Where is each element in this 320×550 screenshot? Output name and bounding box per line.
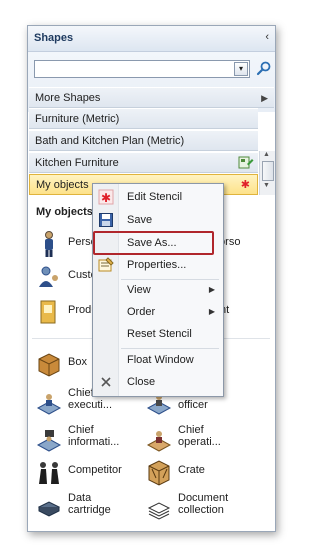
- box-icon: [38, 353, 60, 377]
- data-cartridge-icon: [37, 501, 61, 517]
- person-icon: [45, 231, 53, 257]
- shape-label: torso: [216, 236, 241, 248]
- save-as-highlight-annotation: [93, 231, 214, 255]
- menu-item-close[interactable]: Close: [93, 371, 223, 393]
- shape-label: Data cartridge: [68, 492, 111, 516]
- shape-chief-information[interactable]: Chief informati...: [36, 423, 146, 455]
- document-collection-icon: [147, 502, 171, 520]
- shape-label: Competitor: [68, 464, 122, 476]
- search-input[interactable]: ▾: [34, 60, 250, 78]
- scroll-up-icon[interactable]: ▲: [263, 151, 270, 158]
- menu-item-edit-stencil[interactable]: ✱ Edit Stencil: [93, 186, 223, 208]
- scroll-down-icon[interactable]: ▼: [263, 182, 270, 189]
- stencil-edit-icon: [238, 156, 254, 169]
- shape-data-cartridge[interactable]: Data cartridge: [36, 491, 146, 523]
- save-icon: [99, 213, 113, 227]
- shape-crate[interactable]: Crate: [146, 456, 256, 488]
- stencil-kitchen-furniture[interactable]: Kitchen Furniture: [29, 152, 258, 173]
- edit-stencil-icon: ✱: [98, 189, 114, 205]
- scrollbar-thumb[interactable]: [262, 161, 274, 181]
- stencil-label: Bath and Kitchen Plan (Metric): [35, 135, 185, 147]
- stencil-context-menu: ✱ Edit Stencil Save Save As... Propertie…: [92, 183, 224, 397]
- menu-item-reset-stencil[interactable]: Reset Stencil: [93, 323, 223, 345]
- stencil-label: Kitchen Furniture: [35, 157, 119, 169]
- pane-header: Shapes ‹: [28, 26, 275, 52]
- stencil-more-shapes[interactable]: More Shapes ▶: [29, 87, 274, 108]
- competitor-icon: [39, 462, 59, 484]
- section-title: My objects: [36, 206, 93, 218]
- properties-icon: [98, 257, 114, 272]
- menu-item-view[interactable]: View ▶: [93, 279, 223, 301]
- chief-operating-icon: [146, 431, 172, 452]
- shape-label: nt: [220, 304, 230, 316]
- stencil-label: More Shapes: [35, 92, 101, 104]
- shape-label: Document collection: [178, 492, 229, 516]
- menu-item-properties[interactable]: Properties...: [93, 254, 223, 276]
- collapse-pane-button[interactable]: ‹: [265, 31, 269, 43]
- shape-unknown-right[interactable]: nt: [220, 296, 270, 328]
- shape-label: Chief operati...: [178, 424, 221, 448]
- pane-title: Shapes: [34, 32, 74, 44]
- submenu-arrow-icon: ▶: [208, 307, 215, 316]
- stencil-list-scrollbar[interactable]: ▲ ▼: [259, 151, 275, 195]
- svg-text:✱: ✱: [101, 191, 111, 205]
- close-icon: [101, 377, 111, 387]
- menu-item-order[interactable]: Order ▶: [93, 301, 223, 323]
- shape-label: Crate: [178, 464, 205, 476]
- chevron-right-icon: ▶: [261, 93, 268, 103]
- crate-icon: [148, 460, 170, 486]
- editing-marker-icon: ✱: [240, 179, 250, 191]
- shape-competitor[interactable]: Competitor: [36, 456, 146, 488]
- stencil-furniture-metric[interactable]: Furniture (Metric): [29, 108, 258, 129]
- search-icon[interactable]: [256, 60, 272, 76]
- product-icon: [40, 300, 56, 324]
- stencil-label: Furniture (Metric): [35, 113, 120, 125]
- customer-icon: [39, 266, 58, 287]
- shape-label: Chief informati...: [68, 424, 120, 448]
- chief-executive-icon: [36, 394, 62, 415]
- search-dropdown-button[interactable]: ▾: [234, 62, 248, 76]
- shape-chief-operating[interactable]: Chief operati...: [146, 423, 256, 455]
- shape-document-collection[interactable]: Document collection: [146, 491, 256, 523]
- chief-information-icon: [36, 430, 62, 452]
- shape-torso[interactable]: torso: [216, 228, 271, 260]
- menu-item-save[interactable]: Save: [93, 209, 223, 231]
- menu-item-float-window[interactable]: Float Window: [93, 349, 223, 371]
- stencil-label: My objects: [36, 179, 89, 191]
- submenu-arrow-icon: ▶: [208, 285, 215, 294]
- stencil-bath-kitchen-plan[interactable]: Bath and Kitchen Plan (Metric): [29, 130, 258, 151]
